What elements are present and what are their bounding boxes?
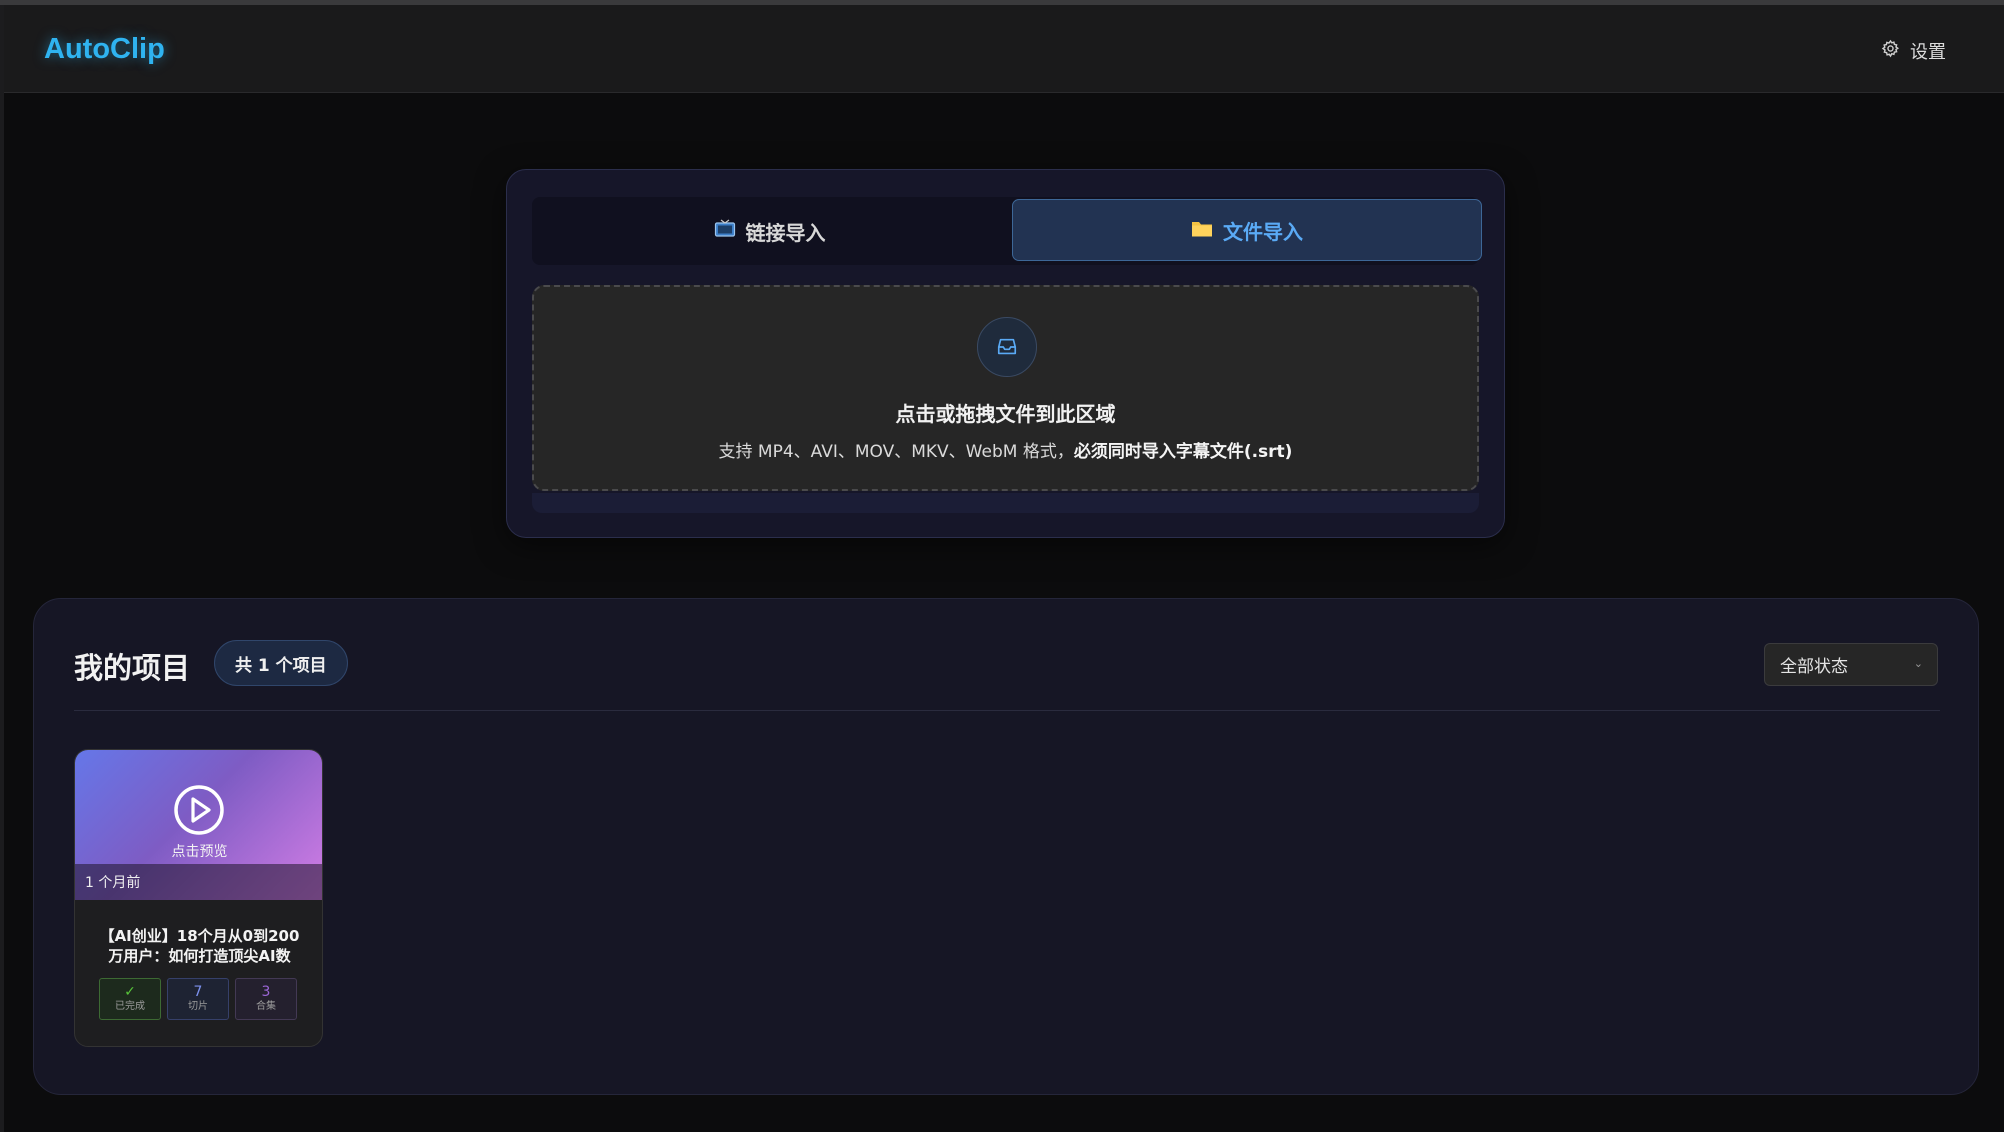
window-left-border (0, 5, 4, 1132)
import-panel-footer (532, 493, 1479, 513)
settings-button[interactable]: 设置 (1881, 38, 1946, 64)
import-panel: 链接导入 文件导入 点击或拖拽文件到此区域 支持 MP4、AVI、MOV、MKV… (506, 169, 1505, 538)
chevron-down-icon: ⌄ (1913, 657, 1923, 670)
clips-label: 切片 (188, 1001, 208, 1012)
folder-icon (1191, 218, 1213, 243)
collections-value: 3 (261, 984, 271, 1000)
dropzone-hint: 支持 MP4、AVI、MOV、MKV、WebM 格式，必须同时导入字幕文件(.s… (534, 437, 1477, 462)
projects-section: 我的项目 共 1 个项目 全部状态 ⌄ 点击预览 1 个月前 【AI创业】18个… (33, 598, 1979, 1095)
dropzone-title: 点击或拖拽文件到此区域 (895, 402, 1116, 426)
tab-file-import[interactable]: 文件导入 (1012, 199, 1482, 261)
project-stats: ✓ 已完成 7 切片 3 合集 (99, 978, 297, 1020)
status-filter-select[interactable]: 全部状态 ⌄ (1764, 643, 1938, 686)
gear-icon (1881, 39, 1900, 63)
play-icon[interactable] (173, 784, 225, 836)
collections-label: 合集 (256, 1001, 276, 1012)
app-logo[interactable]: AutoClip (44, 33, 165, 66)
project-thumbnail[interactable]: 点击预览 1 个月前 (75, 750, 322, 900)
preview-label: 点击预览 (171, 844, 228, 860)
status-badge: ✓ 已完成 (99, 978, 161, 1020)
tab-link-import[interactable]: 链接导入 (532, 197, 1007, 265)
tab-link-label: 链接导入 (745, 220, 826, 245)
collections-count: 3 合集 (235, 978, 297, 1020)
project-name: 【AI创业】18个月从0到200万用户：如何打造顶尖AI数 (99, 927, 300, 965)
settings-label: 设置 (1910, 42, 1946, 63)
project-time-ago: 1 个月前 (75, 864, 322, 900)
file-dropzone[interactable]: 点击或拖拽文件到此区域 支持 MP4、AVI、MOV、MKV、WebM 格式，必… (532, 285, 1479, 491)
dropzone-hint-subtitle-required: 必须同时导入字幕文件(.srt) (1073, 442, 1293, 462)
inbox-icon (977, 317, 1037, 377)
clips-value: 7 (193, 984, 203, 1000)
check-icon: ✓ (124, 984, 136, 1000)
tab-file-label: 文件导入 (1223, 219, 1303, 244)
app-header: AutoClip 设置 (4, 5, 2004, 93)
status-filter-value: 全部状态 (1780, 657, 1848, 677)
projects-title: 我的项目 (74, 651, 191, 685)
import-tabs: 链接导入 文件导入 (532, 197, 1482, 265)
dropzone-hint-formats: 支持 MP4、AVI、MOV、MKV、WebM 格式， (718, 442, 1074, 462)
clips-count: 7 切片 (167, 978, 229, 1020)
project-count-badge: 共 1 个项目 (214, 640, 348, 686)
section-divider (74, 710, 1940, 711)
tv-icon (714, 219, 736, 244)
status-label: 已完成 (115, 1001, 145, 1012)
project-card[interactable]: 点击预览 1 个月前 【AI创业】18个月从0到200万用户：如何打造顶尖AI数… (74, 749, 323, 1047)
